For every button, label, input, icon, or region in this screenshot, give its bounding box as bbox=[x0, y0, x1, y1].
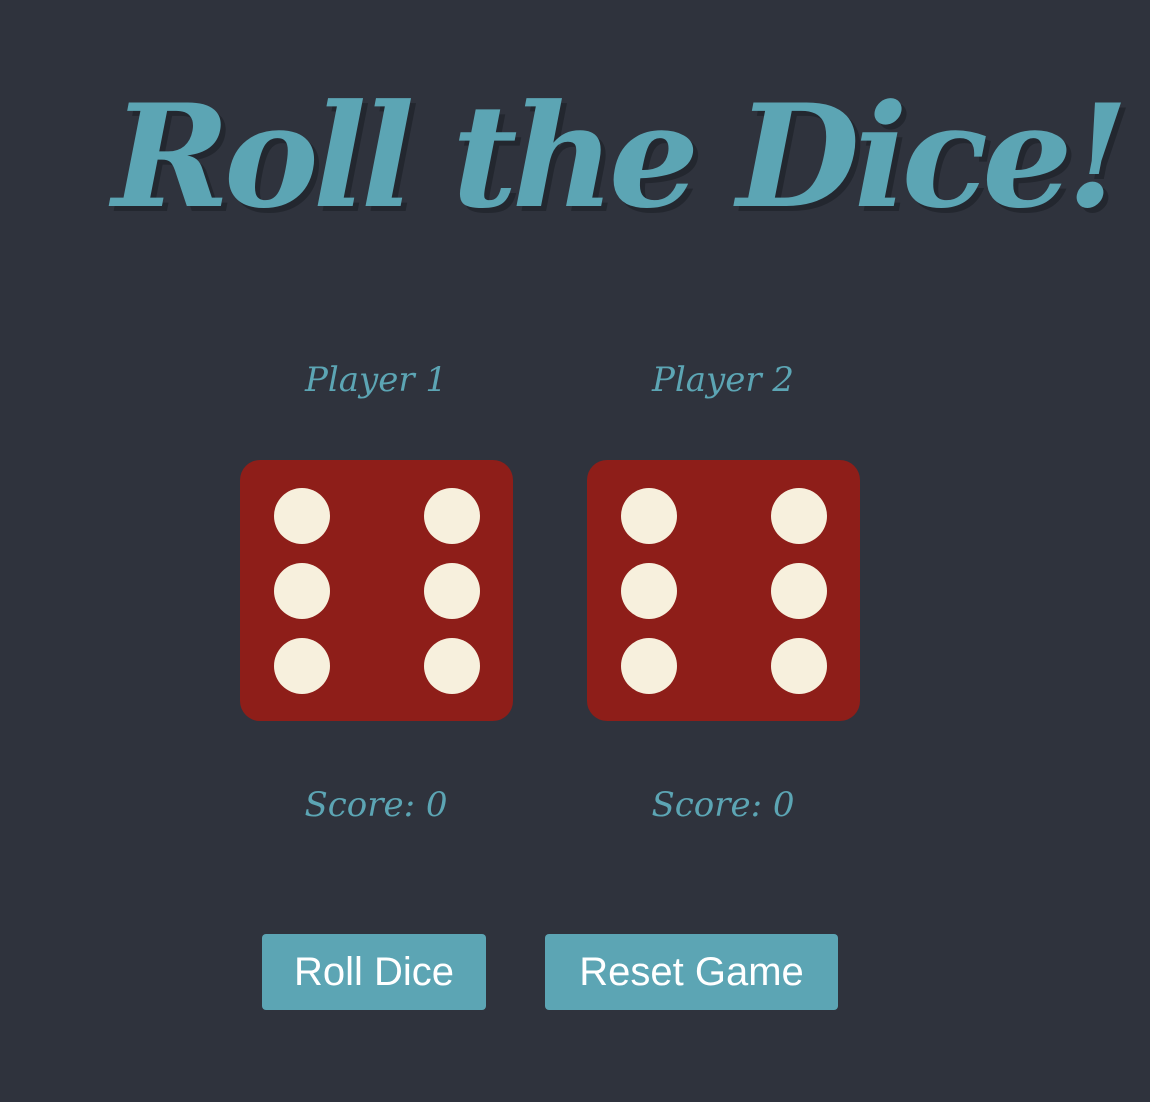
die-pip bbox=[621, 638, 677, 694]
player-2-label: Player 2 bbox=[651, 360, 795, 400]
die-pip bbox=[771, 563, 827, 619]
roll-dice-button[interactable]: Roll Dice bbox=[262, 934, 486, 1010]
die-pip bbox=[424, 638, 480, 694]
player-2-score: Score: 0 bbox=[651, 785, 795, 825]
die-pip bbox=[274, 638, 330, 694]
die-pip bbox=[771, 638, 827, 694]
die-pip bbox=[424, 563, 480, 619]
page-title: Roll the Dice! bbox=[112, 74, 1129, 240]
player-1-die bbox=[240, 460, 513, 721]
die-pip bbox=[621, 488, 677, 544]
reset-game-button[interactable]: Reset Game bbox=[545, 934, 838, 1010]
die-pip bbox=[621, 563, 677, 619]
die-pip bbox=[274, 488, 330, 544]
die-pip bbox=[771, 488, 827, 544]
player-1-label: Player 1 bbox=[304, 360, 448, 400]
player-1-score: Score: 0 bbox=[304, 785, 448, 825]
die-pip bbox=[274, 563, 330, 619]
die-pip bbox=[424, 488, 480, 544]
player-2-die bbox=[587, 460, 860, 721]
